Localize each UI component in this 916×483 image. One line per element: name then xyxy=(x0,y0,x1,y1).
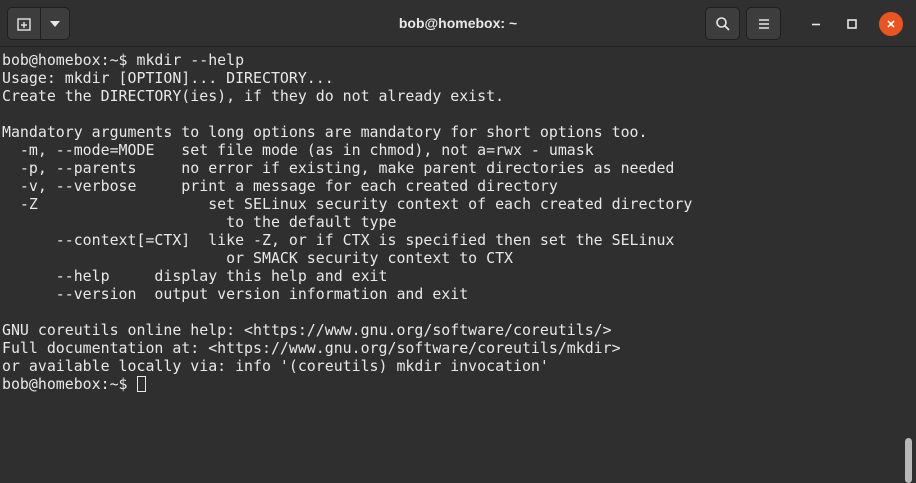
titlebar: bob@homebox: ~ xyxy=(0,0,916,47)
terminal-line: Full documentation at: <https://www.gnu.… xyxy=(2,339,621,357)
terminal-line: -m, --mode=MODE set file mode (as in chm… xyxy=(2,141,594,159)
scrollbar-thumb[interactable] xyxy=(905,438,912,483)
prompt-line[interactable]: bob@homebox:~$ xyxy=(2,375,902,393)
terminal-line: GNU coreutils online help: <https://www.… xyxy=(2,321,612,339)
search-button[interactable] xyxy=(705,7,740,40)
close-icon xyxy=(887,20,895,28)
terminal-line: Create the DIRECTORY(ies), if they do no… xyxy=(2,87,505,105)
minimize-button[interactable] xyxy=(804,12,828,36)
maximize-icon xyxy=(847,19,857,29)
tab-menu-button[interactable] xyxy=(40,7,70,40)
terminal-line: or available locally via: info '(coreuti… xyxy=(2,357,549,375)
minimize-icon xyxy=(812,23,820,26)
terminal-line: --version output version information and… xyxy=(2,285,469,303)
terminal-line: or SMACK security context to CTX xyxy=(2,249,514,267)
terminal-line: -p, --parents no error if existing, make… xyxy=(2,159,675,177)
terminal-line: --context[=CTX] like -Z, or if CTX is sp… xyxy=(2,231,675,249)
terminal-window: bob@homebox: ~ bob@homebox:~$ mkdir --he… xyxy=(0,0,916,483)
terminal-line: Usage: mkdir [OPTION]... DIRECTORY... xyxy=(2,69,334,87)
chevron-down-icon xyxy=(50,20,60,27)
terminal-line: -v, --verbose print a message for each c… xyxy=(2,177,558,195)
terminal-line: --help display this help and exit xyxy=(2,267,388,285)
scrollbar[interactable] xyxy=(902,48,916,483)
close-button[interactable] xyxy=(879,12,903,36)
hamburger-menu-button[interactable] xyxy=(746,7,781,40)
search-icon xyxy=(715,16,730,31)
terminal-line: -Z set SELinux security context of each … xyxy=(2,195,693,213)
shell-prompt: bob@homebox:~$ xyxy=(2,375,137,393)
maximize-button[interactable] xyxy=(840,12,864,36)
terminal-line: Mandatory arguments to long options are … xyxy=(2,123,648,141)
hamburger-menu-icon xyxy=(758,18,769,29)
new-tab-button[interactable] xyxy=(7,7,41,40)
terminal-line: bob@homebox:~$ mkdir --help xyxy=(2,51,245,69)
text-cursor xyxy=(137,376,147,392)
terminal-output[interactable]: bob@homebox:~$ mkdir --help Usage: mkdir… xyxy=(0,48,902,483)
new-tab-icon xyxy=(17,17,31,31)
terminal-line: to the default type xyxy=(2,213,397,231)
